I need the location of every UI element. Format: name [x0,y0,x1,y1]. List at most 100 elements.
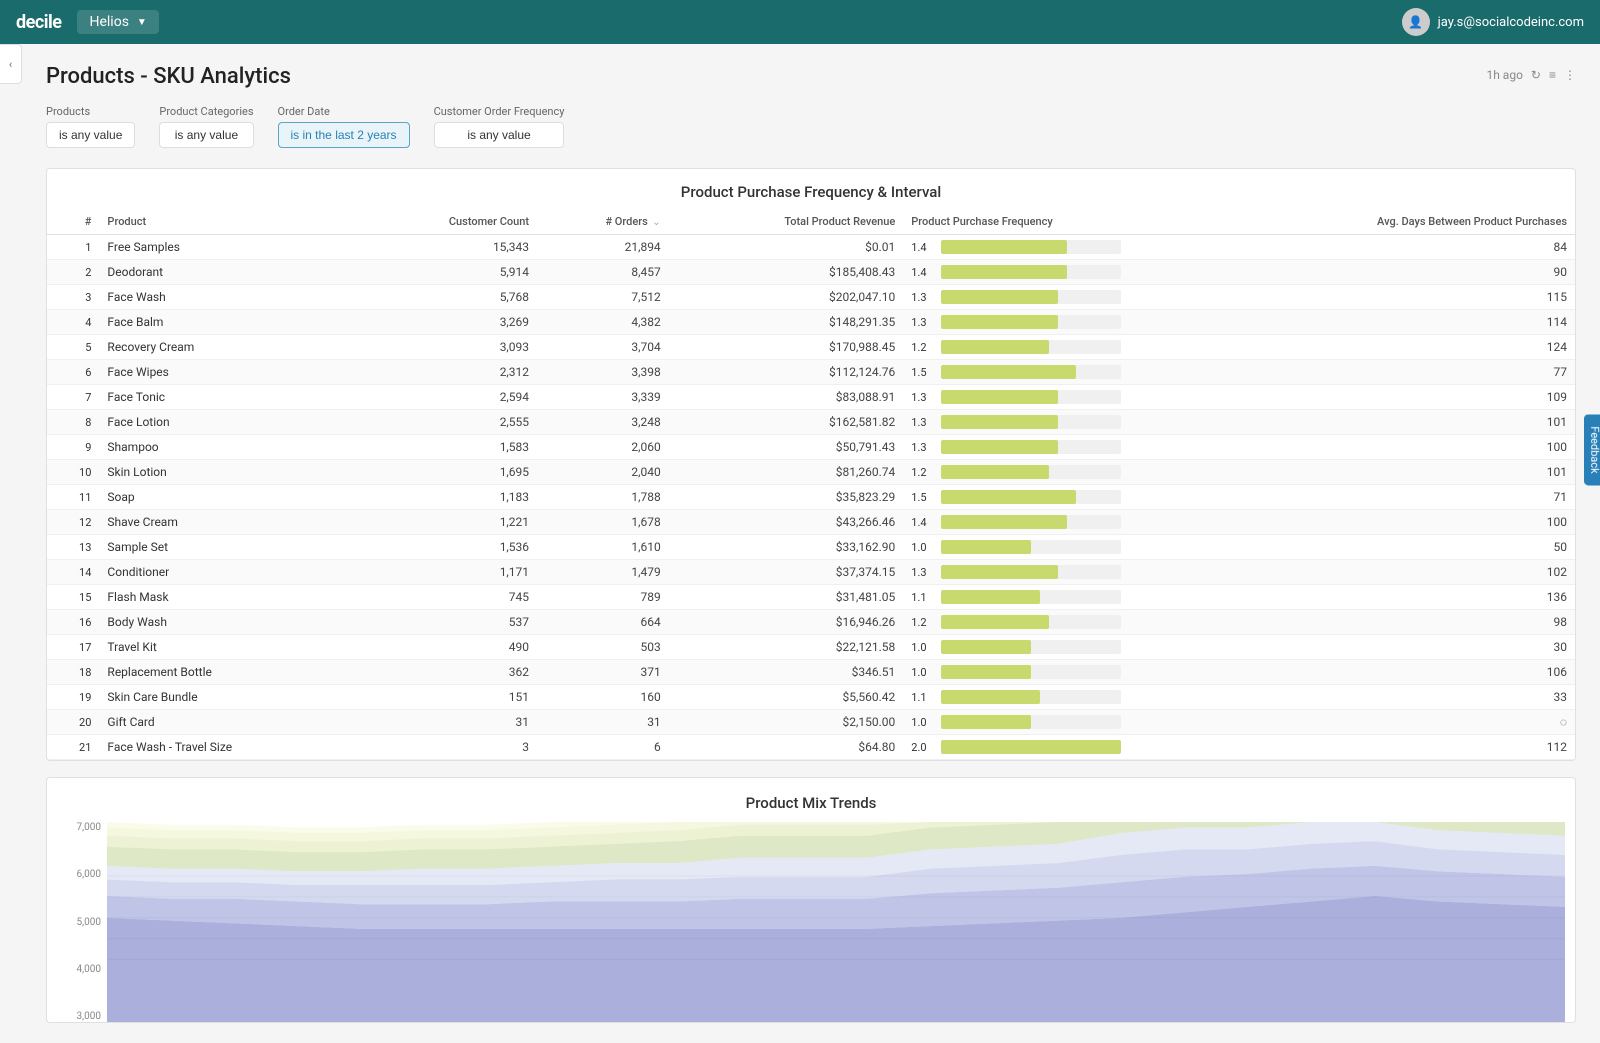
filter-btn-customer_order_frequency[interactable]: is any value [434,122,565,148]
main-content: Products - SKU Analytics 1h ago ↻ ≡ ⋮ Pr… [22,44,1600,1043]
freq-bar-bg [941,590,1121,604]
row-num: 16 [47,610,99,635]
feedback-tab[interactable]: Feedback [1584,414,1600,485]
table-row[interactable]: 10Skin Lotion1,6952,040$81,260.741.2101 [47,460,1575,485]
cell-customer-count: 2,555 [359,410,537,435]
y-tick: 5,000 [57,917,107,928]
row-num: 9 [47,435,99,460]
top-navigation: decile Helios ▼ 👤 jay.s@socialcodeinc.co… [0,0,1600,44]
freq-bar-bg [941,690,1121,704]
cell-orders: 3,339 [537,385,669,410]
row-num: 7 [47,385,99,410]
cell-frequency: 1.3 [903,285,1194,310]
cell-customer-count: 537 [359,610,537,635]
table-row[interactable]: 2Deodorant5,9148,457$185,408.431.490 [47,260,1575,285]
cell-orders: 1,788 [537,485,669,510]
filter-icon[interactable]: ≡ [1549,68,1556,82]
cell-frequency: 2.0 [903,735,1194,760]
chart-area [107,822,1565,1022]
col-header-product: Product [99,209,359,235]
filter-btn-products[interactable]: is any value [46,122,135,148]
table-row[interactable]: 17Travel Kit490503$22,121.581.030 [47,635,1575,660]
table-row[interactable]: 7Face Tonic2,5943,339$83,088.911.3109 [47,385,1575,410]
y-tick: 7,000 [57,822,107,833]
freq-bar-bg [941,740,1121,754]
cell-frequency: 1.5 [903,485,1194,510]
cell-avg-days: 109 [1194,385,1575,410]
table-row[interactable]: 14Conditioner1,1711,479$37,374.151.3102 [47,560,1575,585]
table-row[interactable]: 19Skin Care Bundle151160$5,560.421.133 [47,685,1575,710]
cell-revenue: $37,374.15 [669,560,904,585]
filter-btn-order_date[interactable]: is in the last 2 years [278,122,410,148]
cell-orders: 789 [537,585,669,610]
cell-frequency: 1.3 [903,385,1194,410]
cell-frequency: 1.5 [903,360,1194,385]
cell-frequency: 1.3 [903,560,1194,585]
freq-bar [941,540,1031,554]
cell-avg-days: 50 [1194,535,1575,560]
cell-revenue: $83,088.91 [669,385,904,410]
row-num: 4 [47,310,99,335]
cell-customer-count: 1,695 [359,460,537,485]
row-num: 20 [47,710,99,735]
cell-frequency: 1.4 [903,235,1194,260]
table-row[interactable]: 9Shampoo1,5832,060$50,791.431.3100 [47,435,1575,460]
cell-customer-count: 31 [359,710,537,735]
table-row[interactable]: 5Recovery Cream3,0933,704$170,988.451.21… [47,335,1575,360]
freq-bar-bg [941,565,1121,579]
table-row[interactable]: 12Shave Cream1,2211,678$43,266.461.4100 [47,510,1575,535]
freq-value: 1.0 [911,716,935,729]
cell-orders: 21,894 [537,235,669,260]
filters-bar: Productsis any valueProduct Categoriesis… [46,105,1576,148]
filter-btn-product_categories[interactable]: is any value [159,122,253,148]
freq-bar [941,615,1049,629]
freq-value: 1.3 [911,316,935,329]
cell-product: Gift Card [99,710,359,735]
user-menu[interactable]: 👤 jay.s@socialcodeinc.com [1402,8,1584,36]
table-row[interactable]: 13Sample Set1,5361,610$33,162.901.050 [47,535,1575,560]
cell-revenue: $33,162.90 [669,535,904,560]
freq-value: 1.4 [911,516,935,529]
cell-product: Body Wash [99,610,359,635]
table-row[interactable]: 4Face Balm3,2694,382$148,291.351.3114 [47,310,1575,335]
filter-label-product_categories: Product Categories [159,105,253,118]
table-row[interactable]: 15Flash Mask745789$31,481.051.1136 [47,585,1575,610]
workspace-selector[interactable]: Helios ▼ [77,10,158,34]
table-row[interactable]: 1Free Samples15,34321,894$0.011.484 [47,235,1575,260]
table-row[interactable]: 6Face Wipes2,3123,398$112,124.761.577 [47,360,1575,385]
table-row[interactable]: 11Soap1,1831,788$35,823.291.571 [47,485,1575,510]
freq-value: 1.2 [911,466,935,479]
refresh-icon[interactable]: ↻ [1531,68,1541,82]
freq-bar-bg [941,265,1121,279]
cell-frequency: 1.2 [903,610,1194,635]
cell-avg-days: 98 [1194,610,1575,635]
cell-customer-count: 1,183 [359,485,537,510]
table-row[interactable]: 3Face Wash5,7687,512$202,047.101.3115 [47,285,1575,310]
cell-orders: 503 [537,635,669,660]
page-header: Products - SKU Analytics 1h ago ↻ ≡ ⋮ [46,64,1576,89]
cell-product: Sample Set [99,535,359,560]
cell-frequency: 1.4 [903,510,1194,535]
cell-orders: 7,512 [537,285,669,310]
freq-bar-bg [941,465,1121,479]
y-tick: 6,000 [57,869,107,880]
table-row[interactable]: 16Body Wash537664$16,946.261.298 [47,610,1575,635]
cell-revenue: $112,124.76 [669,360,904,385]
freq-bar [941,415,1058,429]
sidebar-toggle[interactable]: ‹ [0,44,22,84]
table-row[interactable]: 21Face Wash - Travel Size36$64.802.0112 [47,735,1575,760]
y-tick: 4,000 [57,964,107,975]
row-num: 14 [47,560,99,585]
table-row[interactable]: 18Replacement Bottle362371$346.511.0106 [47,660,1575,685]
cell-orders: 3,398 [537,360,669,385]
table-row[interactable]: 20Gift Card3131$2,150.001.0◌ [47,710,1575,735]
col-header-orders[interactable]: # Orders ⌄ [537,209,669,235]
cell-revenue: $346.51 [669,660,904,685]
more-options-icon[interactable]: ⋮ [1564,68,1576,82]
table-row[interactable]: 8Face Lotion2,5553,248$162,581.821.3101 [47,410,1575,435]
cell-product: Deodorant [99,260,359,285]
logo: decile [16,12,61,33]
freq-bar-bg [941,665,1121,679]
header-actions: 1h ago ↻ ≡ ⋮ [1486,68,1576,82]
cell-frequency: 1.4 [903,260,1194,285]
